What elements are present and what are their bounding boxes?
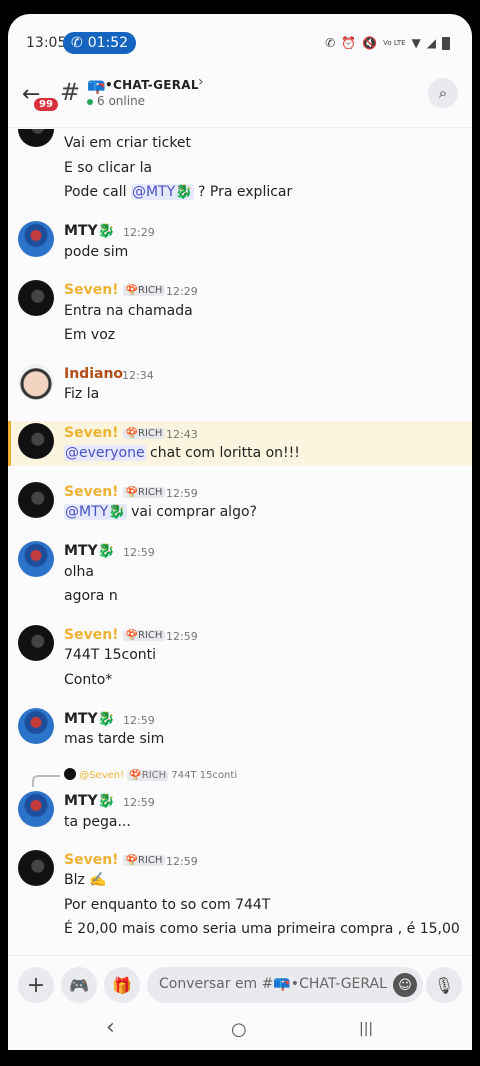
message-text: 744T 15conti bbox=[64, 647, 157, 663]
role-tag: 🍄RICH bbox=[122, 285, 166, 296]
message-timestamp: 12:59 bbox=[166, 630, 198, 643]
ongoing-call-pill[interactable]: ✆ 01:52 bbox=[63, 32, 136, 54]
message-timestamp: 12:59 bbox=[123, 714, 155, 727]
user-mention[interactable]: @MTY🐉 bbox=[64, 504, 127, 520]
status-time: 13:05 bbox=[26, 35, 67, 51]
message-text: É 20,00 mais como seria uma primeira com… bbox=[64, 921, 460, 937]
gamepad-icon[interactable]: 🎮 bbox=[61, 967, 97, 1003]
user-mention[interactable]: @MTY🐉 bbox=[130, 184, 194, 200]
message-timestamp: 12:43 bbox=[166, 428, 198, 441]
online-count: 6 online bbox=[97, 94, 146, 108]
unread-badge: 99 bbox=[32, 96, 60, 113]
message-timestamp: 12:29 bbox=[166, 285, 198, 298]
message-text: Entra na chamada bbox=[64, 303, 193, 319]
channel-header: ← 99 # 📪 •CHAT-GERAL › 6 online ⌕ bbox=[8, 72, 472, 128]
role-tag: 🍄RICH bbox=[122, 428, 166, 439]
avatar[interactable] bbox=[18, 129, 54, 147]
role-tag: 🍄RICH bbox=[122, 855, 166, 866]
chevron-right-icon[interactable]: › bbox=[198, 74, 204, 90]
message-input-placeholder: Conversar em #📪•CHAT-GERAL bbox=[159, 976, 387, 992]
phone-icon: ✆ bbox=[70, 35, 83, 51]
gift-icon[interactable]: 🎁 bbox=[104, 967, 140, 1003]
role-tag: 🍄RICH bbox=[122, 630, 166, 641]
signal-icon: ◢ bbox=[426, 36, 436, 50]
call-timer: 01:52 bbox=[87, 35, 129, 51]
mute-icon: 🔇 bbox=[362, 36, 378, 50]
message-timestamp: 12:59 bbox=[123, 796, 155, 809]
status-bar: 13:05 ✆ 01:52 ✆ ⏰ 🔇 Vo LTE ▼ ◢ bbox=[8, 14, 472, 72]
message-author[interactable]: MTY🐉 bbox=[64, 223, 115, 239]
message-text: Conto* bbox=[64, 672, 113, 688]
message-text: Em voz bbox=[64, 327, 116, 343]
message-timestamp: 12:59 bbox=[166, 487, 198, 500]
status-icons: ✆ ⏰ 🔇 Vo LTE ▼ ◢ bbox=[325, 36, 450, 50]
message-text: @MTY🐉 vai comprar algo? bbox=[64, 504, 257, 520]
message-text: Pode call @MTY🐉 ? Pra explicar bbox=[64, 184, 293, 200]
message-text: mas tarde sim bbox=[64, 731, 165, 747]
avatar[interactable] bbox=[18, 850, 54, 886]
role-tag: 🍄RICH bbox=[122, 487, 166, 498]
message-text: E so clicar la bbox=[64, 160, 153, 176]
message-text: Vai em criar ticket bbox=[64, 135, 192, 151]
message-author[interactable]: Seven! 🍄RICH bbox=[64, 484, 166, 500]
avatar[interactable] bbox=[18, 364, 54, 400]
nav-home-icon[interactable]: ○ bbox=[231, 1019, 247, 1040]
phone-screen: 13:05 ✆ 01:52 ✆ ⏰ 🔇 Vo LTE ▼ ◢ ← 99 # 📪 … bbox=[8, 14, 472, 1050]
message-list[interactable]: Vai em criar ticket E so clicar la Pode … bbox=[8, 129, 472, 955]
message-author[interactable]: Seven! 🍄RICH bbox=[64, 282, 166, 298]
message-author[interactable]: Indiano bbox=[64, 366, 123, 382]
nav-recents-icon[interactable]: ||| bbox=[359, 1021, 373, 1037]
everyone-mention[interactable]: @everyone bbox=[64, 445, 146, 461]
system-nav-bar: ‹ ○ ||| bbox=[8, 1015, 472, 1050]
avatar[interactable] bbox=[18, 482, 54, 518]
message-timestamp: 12:34 bbox=[122, 369, 154, 382]
message-timestamp: 12:59 bbox=[123, 546, 155, 559]
message-text: pode sim bbox=[64, 244, 129, 260]
message-timestamp: 12:29 bbox=[123, 226, 155, 239]
plus-icon[interactable]: + bbox=[18, 967, 54, 1003]
avatar[interactable] bbox=[18, 221, 54, 257]
avatar[interactable] bbox=[18, 280, 54, 316]
search-icon[interactable]: ⌕ bbox=[428, 78, 458, 108]
reply-preview[interactable]: @Seven! 🍄RICH 744T 15conti bbox=[64, 768, 237, 781]
avatar[interactable] bbox=[18, 423, 54, 459]
wifi-icon: ▼ bbox=[411, 36, 421, 50]
reply-avatar bbox=[64, 768, 76, 780]
message-author[interactable]: MTY🐉 bbox=[64, 793, 115, 809]
volte-icon: Vo LTE bbox=[383, 39, 406, 47]
reply-connector bbox=[32, 775, 60, 787]
smile-icon[interactable]: ☺ bbox=[393, 973, 417, 997]
alarm-icon: ⏰ bbox=[341, 36, 357, 50]
nav-back-icon[interactable]: ‹ bbox=[106, 1015, 115, 1040]
message-text: ta pega... bbox=[64, 814, 131, 830]
call-icon: ✆ bbox=[325, 36, 336, 50]
message-author[interactable]: Seven! 🍄RICH bbox=[64, 852, 166, 868]
composer-bar: + 🎮 🎁 Conversar em #📪•CHAT-GERAL ☺ 🎙 bbox=[8, 955, 472, 1015]
message-timestamp: 12:59 bbox=[166, 855, 198, 868]
message-text: agora n bbox=[64, 588, 118, 604]
message-input[interactable]: Conversar em #📪•CHAT-GERAL ☺ bbox=[147, 967, 423, 1003]
channel-hash-icon: # bbox=[60, 78, 81, 106]
message-author[interactable]: MTY🐉 bbox=[64, 711, 115, 727]
message-author[interactable]: MTY🐉 bbox=[64, 543, 115, 559]
avatar[interactable] bbox=[18, 708, 54, 744]
message-text: Fiz la bbox=[64, 386, 100, 402]
message-text: olha bbox=[64, 564, 94, 580]
message-text: @everyone chat com loritta on!!! bbox=[64, 445, 300, 461]
message-text: Por enquanto to so com 744T bbox=[64, 897, 271, 913]
avatar[interactable] bbox=[18, 541, 54, 577]
message-text: Blz ✍️ bbox=[64, 872, 107, 888]
message-author[interactable]: Seven! 🍄RICH bbox=[64, 425, 166, 441]
battery-icon bbox=[442, 36, 450, 50]
message-author[interactable]: Seven! 🍄RICH bbox=[64, 627, 166, 643]
avatar[interactable] bbox=[18, 625, 54, 661]
channel-emoji: 📪 bbox=[87, 77, 106, 95]
online-dot bbox=[87, 99, 93, 105]
channel-name[interactable]: •CHAT-GERAL bbox=[105, 78, 199, 92]
microphone-icon[interactable]: 🎙 bbox=[426, 967, 462, 1003]
avatar[interactable] bbox=[18, 791, 54, 827]
